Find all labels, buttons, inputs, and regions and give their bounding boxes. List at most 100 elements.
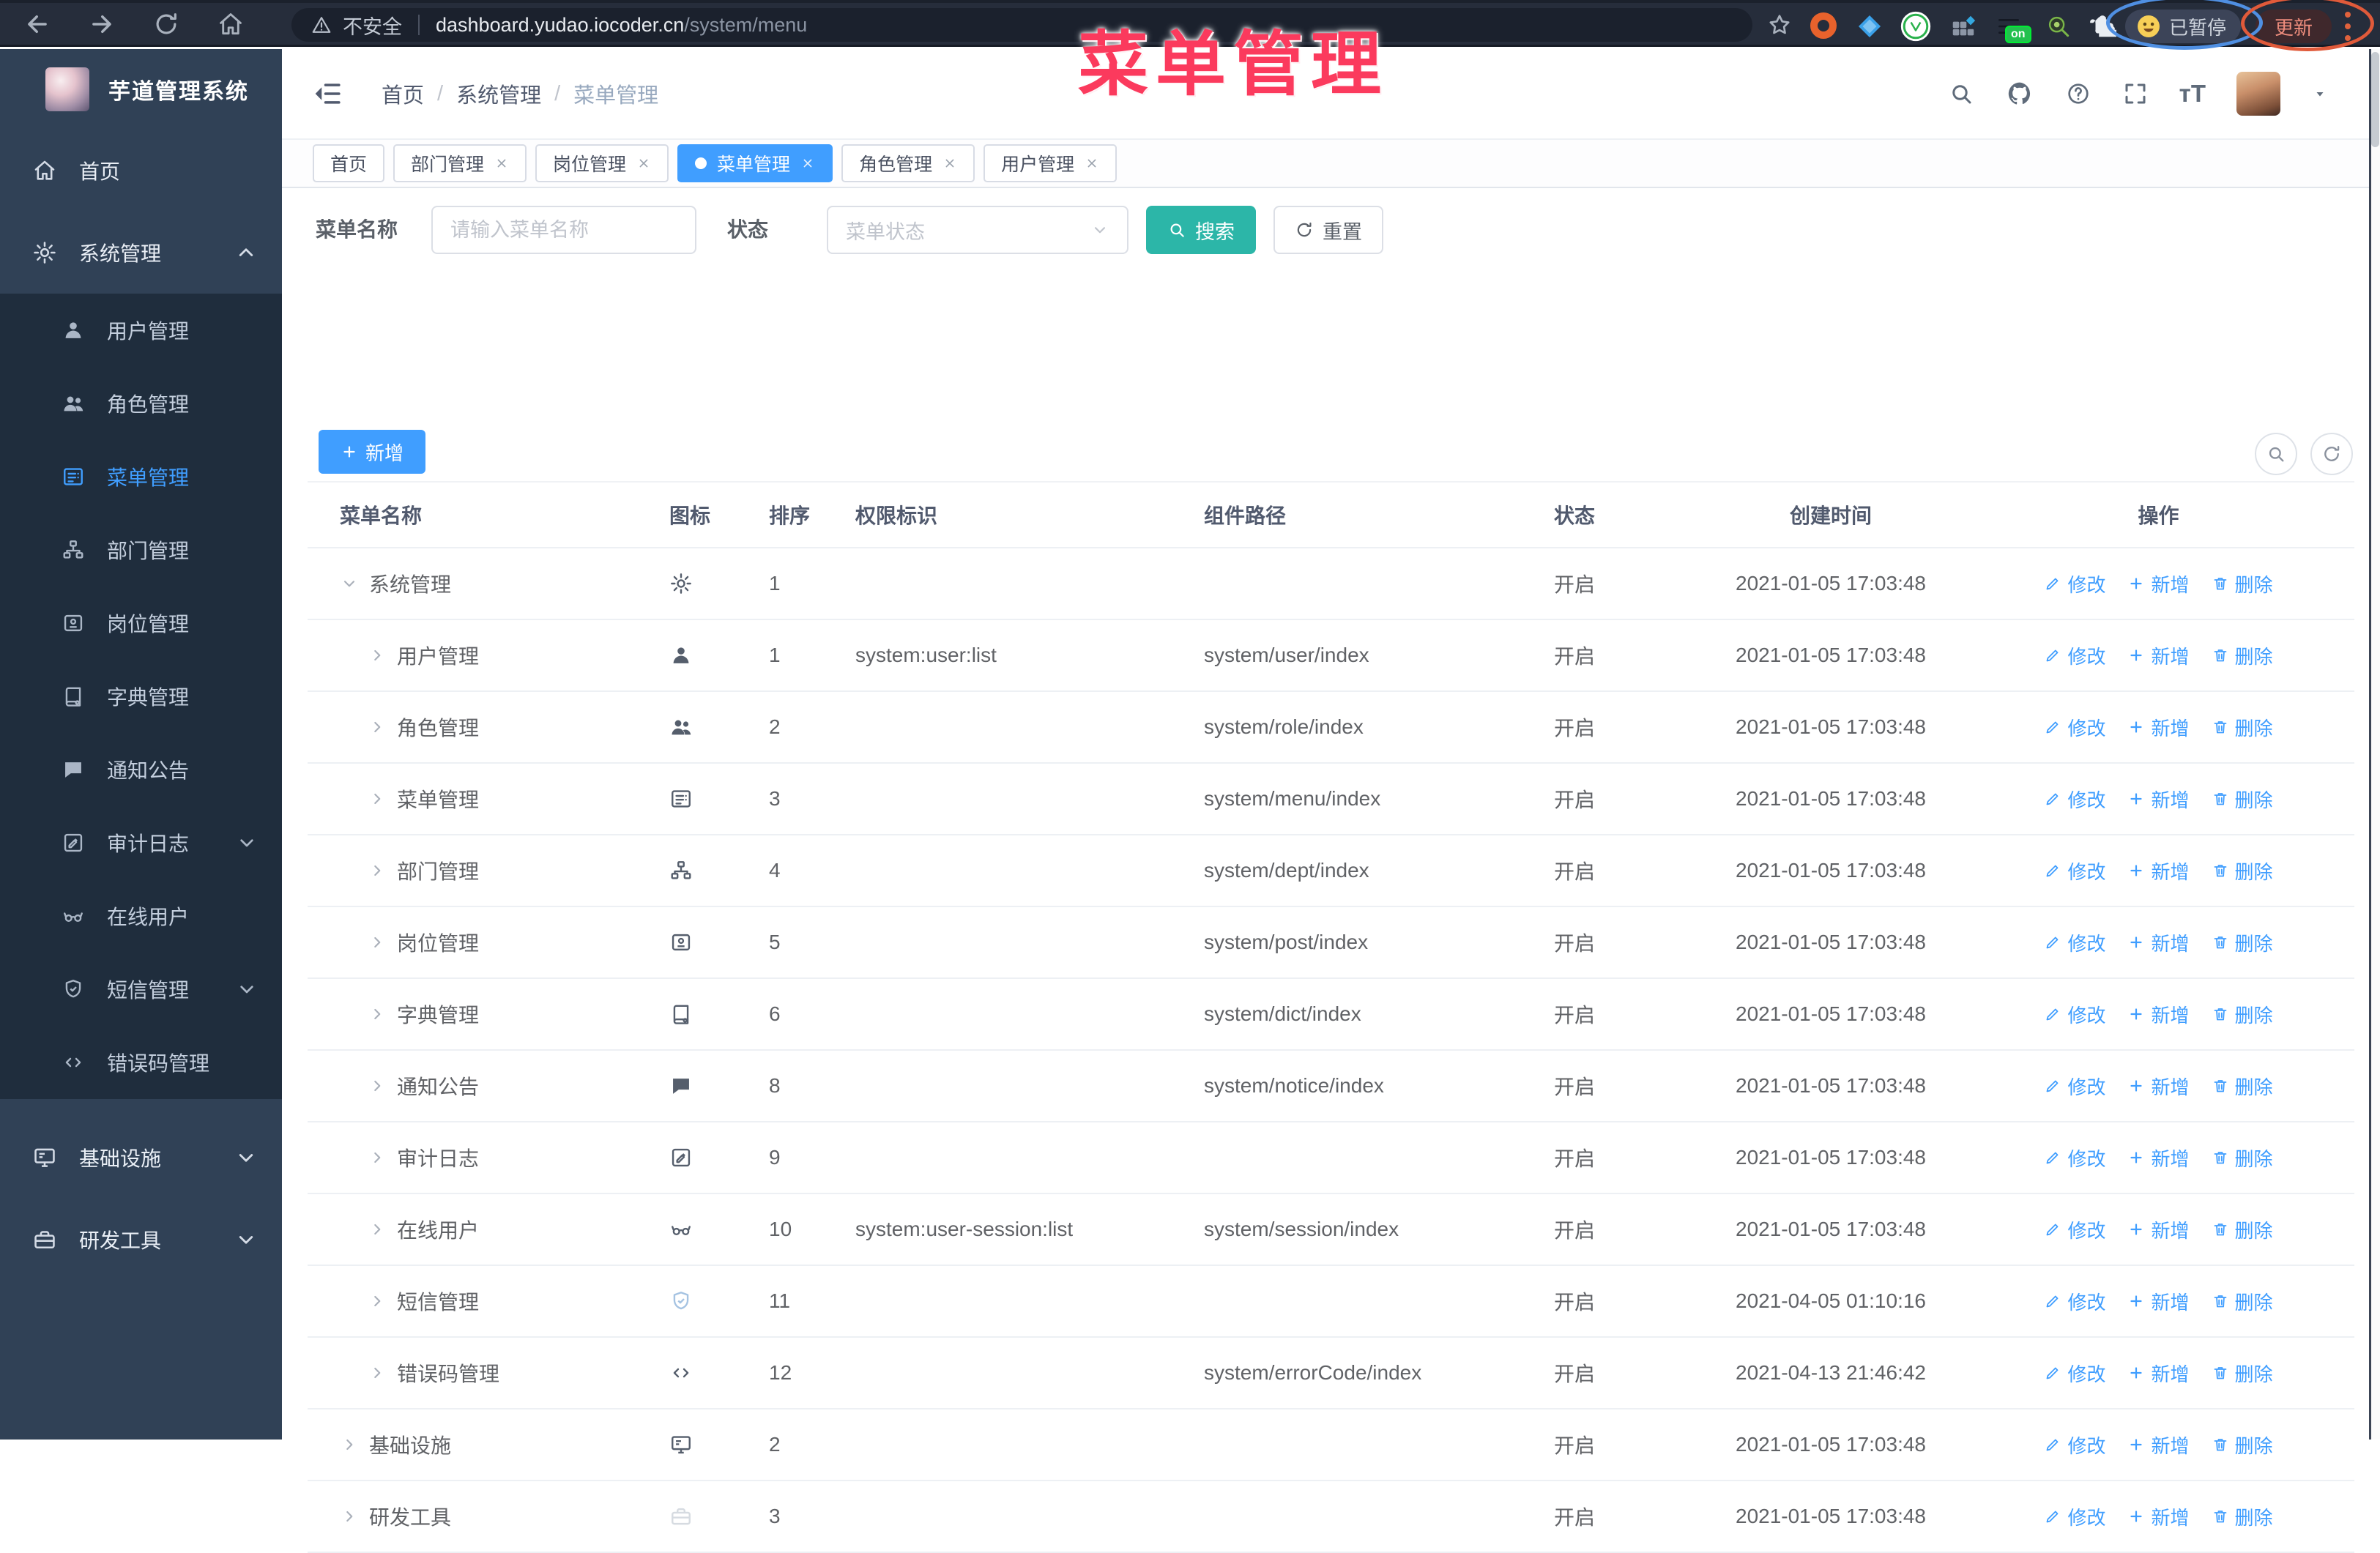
menu-status-select[interactable]: 菜单状态: [827, 206, 1128, 254]
add-child-link[interactable]: 新增: [2127, 570, 2190, 597]
extension-tabs-on-icon[interactable]: on: [1995, 12, 2031, 43]
row-collapsed-caret-icon[interactable]: [368, 1292, 387, 1311]
sidebar-item-user-mgmt[interactable]: 用户管理: [0, 294, 282, 367]
add-child-link[interactable]: 新增: [2127, 1503, 2190, 1530]
extension-green-check-icon[interactable]: [1900, 10, 1932, 42]
toggle-search-button[interactable]: [2255, 433, 2297, 475]
row-collapsed-caret-icon[interactable]: [368, 861, 387, 880]
sidebar-item-dict-mgmt[interactable]: 字典管理: [0, 660, 282, 733]
browser-home-icon[interactable]: [217, 10, 245, 38]
reset-button[interactable]: 重置: [1273, 206, 1383, 254]
sidebar-item-online-user[interactable]: 在线用户: [0, 879, 282, 953]
tab-menu[interactable]: 菜单管理: [677, 144, 833, 182]
sidebar-item-infra[interactable]: 基础设施: [0, 1117, 282, 1199]
row-collapsed-caret-icon[interactable]: [368, 1363, 387, 1382]
fullscreen-icon[interactable]: [2122, 81, 2149, 107]
tab-post[interactable]: 岗位管理: [535, 144, 669, 182]
close-icon[interactable]: [494, 156, 509, 171]
tab-role[interactable]: 角色管理: [841, 144, 975, 182]
edit-link[interactable]: 修改: [2044, 1216, 2105, 1243]
edit-link[interactable]: 修改: [2044, 857, 2105, 884]
close-icon[interactable]: [942, 156, 957, 171]
delete-link[interactable]: 删除: [2212, 1431, 2273, 1459]
github-icon[interactable]: [2005, 79, 2034, 108]
sidebar-item-home[interactable]: 首页: [0, 130, 282, 212]
extension-grid-apps-icon[interactable]: [1949, 12, 1977, 40]
sidebar-item-errcode-mgmt[interactable]: 错误码管理: [0, 1026, 282, 1099]
add-child-link[interactable]: 新增: [2127, 1144, 2190, 1172]
delete-link[interactable]: 删除: [2212, 714, 2273, 741]
delete-link[interactable]: 删除: [2212, 1503, 2273, 1530]
row-collapsed-caret-icon[interactable]: [368, 1076, 387, 1095]
tab-dept[interactable]: 部门管理: [393, 144, 527, 182]
delete-link[interactable]: 删除: [2212, 786, 2273, 813]
browser-reload-icon[interactable]: [152, 10, 180, 38]
delete-link[interactable]: 删除: [2212, 1216, 2273, 1243]
help-icon[interactable]: [2065, 81, 2091, 107]
add-child-link[interactable]: 新增: [2127, 1073, 2190, 1100]
edit-link[interactable]: 修改: [2044, 1144, 2105, 1172]
row-collapsed-caret-icon[interactable]: [368, 789, 387, 808]
row-collapsed-caret-icon[interactable]: [368, 1148, 387, 1167]
breadcrumb-system[interactable]: 系统管理: [456, 78, 541, 109]
breadcrumb-home[interactable]: 首页: [382, 78, 424, 109]
add-child-link[interactable]: 新增: [2127, 1001, 2190, 1028]
browser-scrollbar[interactable]: [2369, 49, 2380, 1440]
add-child-link[interactable]: 新增: [2127, 642, 2190, 669]
delete-link[interactable]: 删除: [2212, 1144, 2273, 1172]
extension-blue-diamond-icon[interactable]: [1856, 12, 1883, 40]
browser-profile-chip[interactable]: 已暂停: [2125, 10, 2241, 43]
delete-link[interactable]: 删除: [2212, 1073, 2273, 1100]
delete-link[interactable]: 删除: [2212, 1288, 2273, 1315]
edit-link[interactable]: 修改: [2044, 1431, 2105, 1459]
row-expanded-caret-icon[interactable]: [340, 574, 359, 593]
bookmark-star-icon[interactable]: [1766, 12, 1793, 38]
row-collapsed-caret-icon[interactable]: [340, 1507, 359, 1526]
row-collapsed-caret-icon[interactable]: [368, 646, 387, 665]
sidebar-fold-icon[interactable]: [313, 78, 343, 109]
delete-link[interactable]: 删除: [2212, 929, 2273, 956]
browser-update-button[interactable]: 更新: [2256, 10, 2332, 43]
add-child-link[interactable]: 新增: [2127, 1288, 2190, 1315]
sidebar-item-audit-log[interactable]: 审计日志: [0, 806, 282, 879]
row-collapsed-caret-icon[interactable]: [368, 718, 387, 737]
row-collapsed-caret-icon[interactable]: [340, 1435, 359, 1454]
close-icon[interactable]: [636, 156, 651, 171]
extension-green-magnifier-icon[interactable]: [2045, 12, 2072, 40]
row-collapsed-caret-icon[interactable]: [368, 933, 387, 952]
delete-link[interactable]: 删除: [2212, 857, 2273, 884]
font-size-icon[interactable]: тT: [2179, 80, 2206, 108]
scrollbar-thumb[interactable]: [2371, 52, 2379, 147]
delete-link[interactable]: 删除: [2212, 570, 2273, 597]
sidebar-item-devtool[interactable]: 研发工具: [0, 1199, 282, 1281]
add-child-link[interactable]: 新增: [2127, 1431, 2190, 1459]
extension-orange-donut-icon[interactable]: [1810, 12, 1838, 40]
edit-link[interactable]: 修改: [2044, 929, 2105, 956]
sidebar-item-menu-mgmt[interactable]: 菜单管理: [0, 440, 282, 513]
menu-name-input[interactable]: [431, 206, 696, 254]
edit-link[interactable]: 修改: [2044, 1503, 2105, 1530]
search-button[interactable]: 搜索: [1146, 206, 1256, 254]
delete-link[interactable]: 删除: [2212, 1001, 2273, 1028]
browser-menu-dots-icon[interactable]: [2345, 12, 2352, 41]
add-child-link[interactable]: 新增: [2127, 714, 2190, 741]
browser-forward-icon[interactable]: [88, 10, 116, 38]
edit-link[interactable]: 修改: [2044, 1288, 2105, 1315]
tab-user[interactable]: 用户管理: [983, 144, 1118, 182]
sidebar-item-system[interactable]: 系统管理: [0, 212, 282, 294]
extension-puzzle-icon[interactable]: [2089, 12, 2116, 40]
row-collapsed-caret-icon[interactable]: [368, 1005, 387, 1024]
close-icon[interactable]: [1085, 156, 1099, 171]
add-child-link[interactable]: 新增: [2127, 857, 2190, 884]
header-search-icon[interactable]: [1948, 81, 1974, 107]
add-child-link[interactable]: 新增: [2127, 786, 2190, 813]
tab-home[interactable]: 首页: [313, 144, 385, 182]
browser-back-icon[interactable]: [23, 10, 51, 38]
delete-link[interactable]: 删除: [2212, 1360, 2273, 1387]
sidebar-item-sms-mgmt[interactable]: 短信管理: [0, 953, 282, 1026]
edit-link[interactable]: 修改: [2044, 570, 2105, 597]
delete-link[interactable]: 删除: [2212, 642, 2273, 669]
add-child-link[interactable]: 新增: [2127, 1216, 2190, 1243]
avatar-caret-down-icon[interactable]: [2311, 85, 2329, 103]
add-child-link[interactable]: 新增: [2127, 929, 2190, 956]
